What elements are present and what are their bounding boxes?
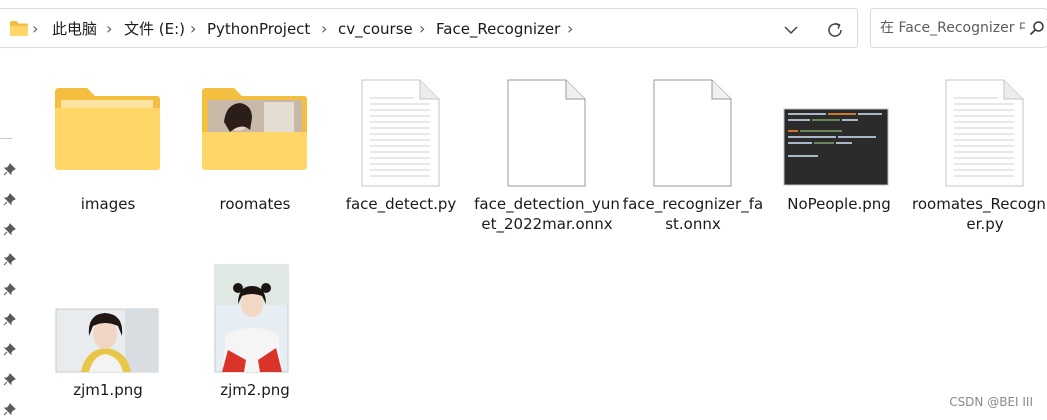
file-name: NoPeople.png [787, 195, 891, 213]
folder-icon [35, 78, 181, 188]
navigation-pane [0, 58, 22, 417]
breadcrumb-item-pythonproject[interactable]: PythonProject [207, 9, 310, 49]
generic-file-icon [474, 78, 620, 188]
breadcrumb-separator[interactable]: › [32, 9, 38, 49]
pin-icon[interactable] [3, 221, 16, 236]
breadcrumb-item-this-pc[interactable]: 此电脑 [52, 9, 97, 49]
python-file-icon [328, 78, 474, 188]
folder-photo-icon [182, 78, 328, 188]
watermark: CSDN @BEI III [949, 395, 1033, 409]
pin-icon[interactable] [3, 341, 16, 356]
breadcrumb-separator[interactable]: › [321, 9, 327, 49]
file-name: face_recognizer_fast.onnx [622, 195, 764, 233]
file-name: roomates_Recognizer.py [912, 195, 1047, 233]
breadcrumb-item-face-recognizer[interactable]: Face_Recognizer [436, 9, 560, 49]
file-name: face_detection_yunet_2022mar.onnx [474, 195, 620, 233]
pin-icon[interactable] [3, 251, 16, 266]
search-icon[interactable] [1029, 20, 1045, 40]
pin-icon[interactable] [3, 401, 16, 416]
file-name: roomates [219, 195, 291, 213]
image-thumbnail-icon [35, 264, 181, 374]
file-name: face_detect.py [345, 195, 457, 213]
image-thumbnail-icon [766, 78, 912, 188]
pin-icon[interactable] [3, 311, 16, 326]
breadcrumb-separator[interactable]: › [419, 9, 425, 49]
breadcrumb-item-cv-course[interactable]: cv_course [338, 9, 413, 49]
breadcrumb-separator[interactable]: › [106, 9, 112, 49]
file-name: zjm2.png [220, 381, 290, 399]
chevron-down-icon[interactable] [782, 21, 800, 39]
python-file-icon [912, 78, 1047, 188]
breadcrumb-separator[interactable]: › [190, 9, 196, 49]
file-name: zjm1.png [73, 381, 143, 399]
search-box[interactable]: 在 Face_Recognizer 中搜索 [870, 8, 1047, 48]
generic-file-icon [620, 78, 766, 188]
pin-icon[interactable] [3, 161, 16, 176]
pin-icon[interactable] [3, 281, 16, 296]
file-name: images [80, 195, 136, 213]
breadcrumb-separator[interactable]: › [567, 9, 573, 49]
pin-icon[interactable] [3, 371, 16, 386]
top-bar: › 此电脑 › 文件 (E:) › PythonProject › cv_cou… [0, 0, 1047, 58]
search-input[interactable]: 在 Face_Recognizer 中搜索 [880, 9, 1025, 47]
folder-icon [9, 20, 29, 41]
breadcrumb-item-drive[interactable]: 文件 (E:) [124, 9, 185, 49]
refresh-icon[interactable] [825, 20, 845, 40]
pin-icon[interactable] [3, 191, 16, 206]
address-bar[interactable]: › 此电脑 › 文件 (E:) › PythonProject › cv_cou… [0, 8, 858, 48]
nav-divider [0, 138, 12, 139]
image-thumbnail-icon [182, 264, 328, 374]
